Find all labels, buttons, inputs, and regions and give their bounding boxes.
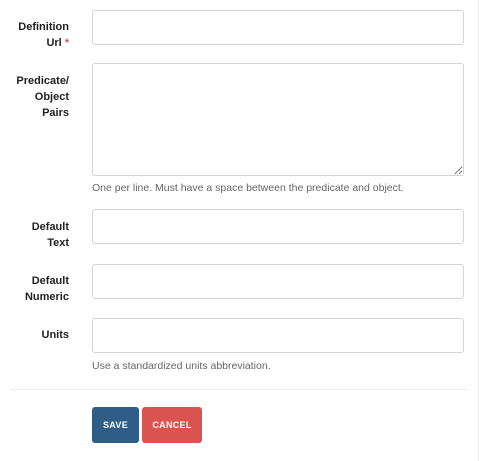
units-help-text: Use a standardized units abbreviation.: [92, 360, 271, 372]
default-numeric-label: Default Numeric: [0, 273, 69, 305]
required-indicator: *: [64, 37, 69, 49]
default-text-label-line1: Default: [31, 221, 69, 233]
predicate-object-label-line1: Predicate/: [16, 75, 69, 87]
save-button[interactable]: SAVE: [92, 407, 139, 443]
definition-url-input[interactable]: [92, 10, 464, 45]
default-numeric-label-line2: Numeric: [24, 291, 69, 303]
metadata-field-form: Definition Url * Predicate/ Object Pairs …: [0, 0, 479, 461]
units-input[interactable]: [92, 318, 464, 353]
default-text-label-line2: Text: [47, 237, 69, 249]
default-numeric-input[interactable]: [92, 264, 464, 299]
predicate-object-help-text: One per line. Must have a space between …: [92, 182, 404, 194]
definition-url-label: Definition Url *: [0, 19, 69, 51]
default-numeric-label-line1: Default: [31, 275, 69, 287]
form-divider: [10, 389, 468, 390]
definition-url-label-line2: Url: [46, 37, 62, 49]
definition-url-label-line1: Definition: [18, 21, 69, 33]
cancel-button[interactable]: CANCEL: [142, 407, 202, 443]
predicate-object-label-line3: Pairs: [42, 107, 69, 119]
predicate-object-label: Predicate/ Object Pairs: [0, 73, 69, 121]
units-label: Units: [41, 329, 70, 341]
default-text-input[interactable]: [92, 209, 464, 244]
predicate-object-textarea[interactable]: [92, 63, 464, 176]
predicate-object-label-line2: Object: [34, 91, 69, 103]
default-text-label: Default Text: [0, 219, 69, 251]
